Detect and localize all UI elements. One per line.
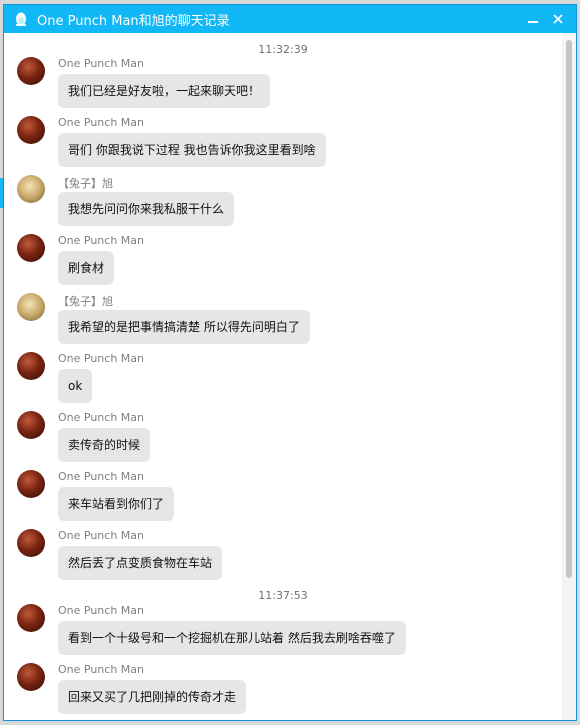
message-bubble: 我希望的是把事情搞清楚 所以得先问明白了	[58, 310, 310, 344]
title-bar: One Punch Man和旭的聊天记录	[4, 5, 576, 33]
message-bubble: 来车站看到你们了	[58, 487, 175, 521]
avatar[interactable]	[17, 470, 45, 498]
timestamp: 11:37:53	[258, 589, 308, 602]
sender-name: One Punch Man	[58, 663, 144, 676]
sender-name: One Punch Man	[58, 352, 144, 365]
list-item: One Punch Man 卖传奇的时候	[17, 411, 562, 467]
message-bubble: 我们已经是好友啦，一起来聊天吧！	[58, 74, 271, 108]
list-item: One Punch Man 哥们 你跟我说下过程 我也告诉你我这里看到啥	[17, 116, 562, 172]
avatar[interactable]	[17, 352, 45, 380]
avatar[interactable]	[17, 175, 45, 203]
sender-name: One Punch Man	[58, 529, 144, 542]
chat-history-window: One Punch Man和旭的聊天记录 11:32:39 One Punch …	[3, 4, 577, 721]
penguin-icon	[12, 10, 30, 28]
avatar[interactable]	[17, 604, 45, 632]
avatar[interactable]	[17, 293, 45, 321]
avatar[interactable]	[17, 529, 45, 557]
sender-name: 【兔子】旭	[58, 177, 113, 190]
vertical-scrollbar[interactable]	[562, 33, 576, 720]
list-item: One Punch Man 刷食材	[17, 234, 562, 290]
close-button[interactable]	[547, 9, 569, 29]
close-icon	[553, 14, 563, 24]
message-bubble: 刷食材	[58, 251, 115, 285]
avatar[interactable]	[17, 663, 45, 691]
list-item: 【兔子】旭 我想先问问你来我私服干什么	[17, 175, 562, 231]
list-item: One Punch Man 我们已经是好友啦，一起来聊天吧！	[17, 57, 562, 113]
timestamp: 11:32:39	[258, 43, 308, 56]
sender-name: One Punch Man	[58, 234, 144, 247]
avatar[interactable]	[17, 411, 45, 439]
list-item: One Punch Man 来车站看到你们了	[17, 470, 562, 526]
window-title: One Punch Man和旭的聊天记录	[37, 13, 230, 29]
list-item: One Punch Man 回来又买了几把刚掉的传奇才走	[17, 663, 562, 719]
message-bubble: ok	[58, 369, 93, 403]
list-item: 【兔子】旭 我希望的是把事情搞清楚 所以得先问明白了	[17, 293, 562, 349]
avatar[interactable]	[17, 234, 45, 262]
avatar[interactable]	[17, 116, 45, 144]
minimize-button[interactable]	[522, 9, 544, 29]
sender-name: One Punch Man	[58, 116, 144, 129]
message-bubble: 哥们 你跟我说下过程 我也告诉你我这里看到啥	[58, 133, 326, 167]
avatar[interactable]	[17, 57, 45, 85]
sender-name: One Punch Man	[58, 411, 144, 424]
message-bubble: 我想先问问你来我私服干什么	[58, 192, 235, 226]
list-item: One Punch Man 然后丢了点变质食物在车站	[17, 529, 562, 585]
list-item: One Punch Man ok	[17, 352, 562, 408]
message-bubble: 看到一个十级号和一个挖掘机在那儿站着 然后我去刷啥吞噬了	[58, 621, 406, 655]
message-list[interactable]: 11:32:39 One Punch Man 我们已经是好友啦，一起来聊天吧！ …	[4, 33, 562, 720]
message-bubble: 回来又买了几把刚掉的传奇才走	[58, 680, 247, 714]
minimize-icon	[528, 21, 538, 23]
list-item: One Punch Man 看到一个十级号和一个挖掘机在那儿站着 然后我去刷啥吞…	[17, 604, 562, 660]
message-bubble: 卖传奇的时候	[58, 428, 151, 462]
sender-name: One Punch Man	[58, 604, 144, 617]
message-bubble: 然后丢了点变质食物在车站	[58, 546, 223, 580]
sender-name: 【兔子】旭	[58, 295, 113, 308]
scrollbar-thumb[interactable]	[566, 40, 572, 578]
sender-name: One Punch Man	[58, 470, 144, 483]
sender-name: One Punch Man	[58, 57, 144, 70]
